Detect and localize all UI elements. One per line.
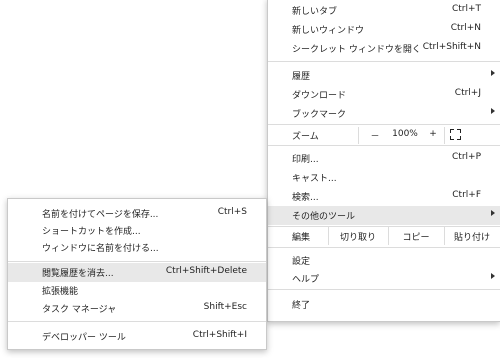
zoom-level-value: 100% (392, 129, 418, 139)
cut-button[interactable]: 切り取り (330, 230, 386, 243)
menu-item-exit[interactable]: 終了 (268, 295, 500, 314)
menu-separator (268, 145, 500, 146)
submenu-arrow-icon (491, 108, 495, 114)
zoom-label: ズーム (292, 132, 319, 142)
menu-item-shortcut: Ctrl+Shift+I (192, 330, 247, 340)
menu-item-shortcut: Ctrl+Shift+Delete (165, 266, 247, 276)
edit-divider (328, 227, 329, 245)
menu-item-more-tools[interactable]: その他のツール (268, 206, 500, 225)
menu-item-label: 履歴 (292, 72, 311, 82)
menu-item-settings[interactable]: 設定 (268, 251, 500, 270)
edit-divider (444, 227, 445, 245)
menu-item-shortcut: Ctrl+T (451, 4, 481, 14)
submenu-arrow-icon (491, 70, 495, 76)
menu-item-label: 拡張機能 (42, 287, 79, 297)
zoom-out-button[interactable]: － (368, 129, 382, 142)
menu-item-shortcut: Ctrl+N (450, 23, 481, 33)
menu-item-label: 終了 (292, 301, 311, 311)
submenu-arrow-icon (491, 273, 495, 279)
menu-separator (8, 321, 266, 322)
menu-item-label: シークレット ウィンドウを開く (292, 45, 421, 55)
submenu-item-clear-history[interactable]: 閲覧履歴を消去... Ctrl+Shift+Delete (8, 263, 266, 282)
menu-item-bookmarks[interactable]: ブックマーク (268, 104, 500, 123)
menu-item-label: 印刷... (292, 155, 319, 165)
menu-separator (268, 289, 500, 290)
menu-item-label: 新しいウィンドウ (292, 26, 365, 36)
menu-item-label: デベロッパー ツール (42, 333, 126, 343)
menu-item-shortcut: Ctrl+J (454, 88, 481, 98)
zoom-divider (358, 127, 359, 144)
menu-item-print[interactable]: 印刷... Ctrl+P (268, 149, 500, 168)
menu-item-label: ダウンロード (292, 91, 347, 101)
zoom-row: ズーム － 100% + (268, 126, 500, 145)
menu-item-incognito[interactable]: シークレット ウィンドウを開く Ctrl+Shift+N (268, 39, 500, 58)
menu-item-label: タスク マネージャ (42, 305, 117, 315)
menu-item-find[interactable]: 検索... Ctrl+F (268, 187, 500, 206)
menu-separator (268, 124, 500, 125)
copy-button[interactable]: コピー (390, 230, 442, 243)
menu-separator (268, 61, 500, 62)
edit-row: 編集 切り取り コピー 貼り付け (268, 226, 500, 246)
fullscreen-icon[interactable] (450, 129, 461, 140)
submenu-arrow-icon (491, 210, 495, 216)
menu-item-downloads[interactable]: ダウンロード Ctrl+J (268, 85, 500, 104)
menu-item-label: ウィンドウに名前を付ける... (42, 244, 159, 254)
menu-item-label: 閲覧履歴を消去... (42, 269, 114, 279)
menu-item-label: ショートカットを作成... (42, 227, 141, 237)
menu-item-label: 設定 (292, 257, 311, 267)
paste-button[interactable]: 貼り付け (446, 230, 498, 243)
menu-separator (268, 247, 500, 248)
menu-item-label: キャスト... (292, 174, 337, 184)
menu-item-shortcut: Ctrl+Shift+N (422, 42, 481, 52)
menu-item-new-window[interactable]: 新しいウィンドウ Ctrl+N (268, 20, 500, 39)
menu-item-label: 名前を付けてページを保存... (42, 210, 159, 220)
menu-item-shortcut: Ctrl+S (217, 207, 247, 217)
menu-item-label: ヘルプ (292, 275, 320, 285)
submenu-item-dev-tools[interactable]: デベロッパー ツール Ctrl+Shift+I (8, 327, 266, 346)
menu-item-shortcut: Ctrl+P (452, 152, 481, 162)
submenu-item-name-window[interactable]: ウィンドウに名前を付ける... (8, 238, 266, 257)
menu-separator (8, 261, 266, 262)
chrome-main-menu: 新しいタブ Ctrl+T 新しいウィンドウ Ctrl+N シークレット ウィンド… (267, 0, 500, 322)
menu-item-cast[interactable]: キャスト... (268, 168, 500, 187)
menu-item-shortcut: Shift+Esc (203, 302, 247, 312)
menu-item-label: ブックマーク (292, 110, 347, 120)
menu-item-help[interactable]: ヘルプ (268, 269, 500, 288)
menu-item-label: 新しいタブ (292, 7, 338, 17)
more-tools-submenu: 名前を付けてページを保存... Ctrl+S ショートカットを作成... ウィン… (7, 198, 267, 350)
menu-item-label: その他のツール (292, 212, 356, 222)
edit-divider (388, 227, 389, 245)
zoom-divider (444, 127, 445, 144)
menu-item-new-tab[interactable]: 新しいタブ Ctrl+T (268, 1, 500, 20)
submenu-item-extensions[interactable]: 拡張機能 (8, 281, 266, 300)
edit-label: 編集 (292, 233, 311, 243)
submenu-item-task-manager[interactable]: タスク マネージャ Shift+Esc (8, 299, 266, 318)
menu-item-shortcut: Ctrl+F (452, 190, 481, 200)
zoom-in-button[interactable]: + (426, 129, 440, 139)
menu-item-history[interactable]: 履歴 (268, 66, 500, 85)
menu-item-label: 検索... (292, 193, 319, 203)
